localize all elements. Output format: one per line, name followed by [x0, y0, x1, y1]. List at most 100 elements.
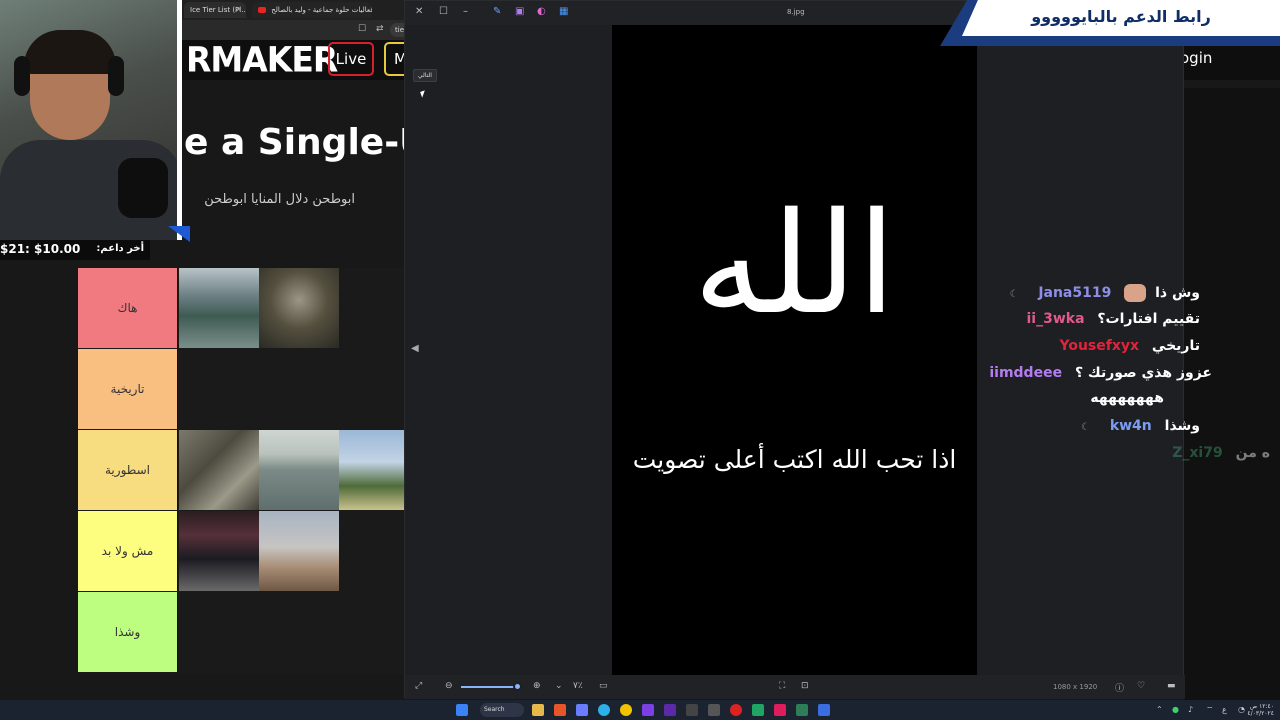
windows-taskbar: Search ⌃ ● ♪ ⌔ ع ◔ ١٢:٤٠ ص ٤/٠٣/٢٠٢٤: [0, 700, 1280, 720]
next-tooltip: التالي: [413, 69, 437, 82]
taskbar-clock[interactable]: ١٢:٤٠ ص ٤/٠٣/٢٠٢٤: [1247, 703, 1274, 717]
record-icon[interactable]: [730, 704, 742, 716]
displayed-image: الله اذا تحب الله اكتب أعلى تصويت: [612, 25, 977, 675]
live-button[interactable]: Live: [328, 42, 374, 76]
store-icon[interactable]: [576, 704, 588, 716]
notification-icon[interactable]: ◔: [1238, 705, 1245, 714]
volume-icon[interactable]: ♪: [1188, 705, 1193, 714]
last-donor-bar: $21: $10.00 أخر داعم:: [0, 240, 150, 260]
draw-icon[interactable]: ◐: [537, 6, 546, 17]
rocky-shore-image[interactable]: [179, 430, 259, 510]
tab-label: تشغيل فعاليات حلوة جماعية - وليد بالصالح: [271, 6, 372, 14]
crop-icon[interactable]: ▣: [515, 6, 524, 17]
chat-overlay: ☾ Jana5119 وش ذا ii_3wka تقييم افتارات؟ …: [980, 280, 1280, 470]
youtube-icon: [258, 7, 266, 13]
cinema-room-image[interactable]: [179, 511, 259, 591]
chat-text: ه من: [1235, 445, 1270, 461]
info-icon[interactable]: ⓘ: [1115, 681, 1124, 694]
photos-icon[interactable]: [818, 704, 830, 716]
edge-icon[interactable]: [598, 704, 610, 716]
clock-time: ١٢:٤٠ ص: [1249, 703, 1274, 710]
page-title: e a Single-U: [184, 122, 429, 163]
edit-icon[interactable]: ✎: [493, 6, 501, 17]
language-icon[interactable]: ع: [1222, 705, 1227, 714]
tab-youtube[interactable]: تشغيل فعاليات حلوة جماعية - وليد بالصالح: [252, 2, 372, 18]
obs-icon[interactable]: [642, 704, 654, 716]
login-link[interactable]: ogin: [1180, 49, 1212, 67]
spreadsheet-icon[interactable]: [752, 704, 764, 716]
brave-icon[interactable]: [554, 704, 566, 716]
image-main-text: الله: [693, 183, 896, 346]
chrome-icon[interactable]: [620, 704, 632, 716]
page-description: ابوطحن دلال المنايا ابوطحن لا: [200, 192, 355, 207]
chat-message: ☾ kw4n وشذا: [1081, 418, 1200, 440]
tier-row: مش ولا بد: [78, 511, 404, 591]
chat-badge-icon: ☾: [1080, 422, 1090, 433]
tier-row: تاريخية: [78, 349, 404, 429]
filmstrip-toggle-icon[interactable]: ▬: [1167, 681, 1176, 691]
zoom-slider[interactable]: [461, 686, 521, 688]
previous-image-icon[interactable]: ◀: [411, 343, 419, 354]
chat-username: ii_3wka: [1026, 311, 1085, 327]
chat-message: هههههههه: [1090, 390, 1164, 412]
image-caption: اذا تحب الله اكتب أعلى تصويت: [632, 445, 957, 474]
chevron-down-icon[interactable]: ⌄: [555, 681, 563, 691]
file-explorer-icon[interactable]: [532, 704, 544, 716]
last-donor-amount: $21: $10.00: [0, 242, 81, 256]
headset-right: [108, 56, 124, 96]
chat-app-icon[interactable]: [796, 704, 808, 716]
tune-icon[interactable]: ⇄: [376, 24, 384, 34]
sea-horizon-image[interactable]: [259, 430, 339, 510]
tier-row: هاك: [78, 268, 404, 348]
filmstrip-icon[interactable]: ⛶: [779, 681, 785, 691]
start-icon[interactable]: [456, 704, 468, 716]
zoom-in-icon[interactable]: ⊕: [533, 681, 541, 691]
minimize-icon[interactable]: –: [463, 6, 468, 17]
twitch-icon[interactable]: [664, 704, 676, 716]
chat-message: ii_3wka تقييم افتارات؟: [1026, 311, 1200, 333]
chat-text: عزوز هذي صورتك ؟: [1074, 365, 1212, 381]
app-icon[interactable]: [686, 704, 698, 716]
maximize-icon[interactable]: ☐: [439, 6, 448, 17]
chat-message-fading: Z_xi79 ه من: [1172, 445, 1270, 467]
headset-left: [14, 56, 30, 96]
streamer-hair: [24, 30, 116, 74]
tier-row: وشذا: [78, 592, 404, 672]
tier-label[interactable]: هاك: [78, 268, 178, 348]
chat-text: هههههههه: [1090, 390, 1164, 406]
yellow-flower-image[interactable]: [259, 511, 339, 591]
favorite-icon[interactable]: ♡: [1137, 681, 1145, 691]
screen: Ice Tier List (Pl... ✕ تشغيل فعاليات حلو…: [0, 0, 1280, 720]
chat-username: iimddeee: [989, 365, 1063, 381]
viewer-footer: ⤢ ⊖ ⊕ ⌄ ٧٪ ▭ ⛶ ⊡ 1080 x 1920 ⓘ ♡ ▬: [405, 675, 1185, 699]
tiktok-icon[interactable]: [774, 704, 786, 716]
tier-label[interactable]: تاريخية: [78, 349, 178, 429]
select-icon[interactable]: ⊡: [801, 681, 809, 691]
chevron-up-icon[interactable]: ⌃: [1156, 705, 1163, 714]
tier-label[interactable]: مش ولا بد: [78, 511, 178, 591]
zoom-slider-handle[interactable]: [513, 682, 522, 691]
chat-text: تقييم افتارات؟: [1097, 311, 1200, 327]
fullscreen-icon[interactable]: ⤢: [415, 681, 422, 691]
tier-label[interactable]: اسطورية: [78, 430, 178, 510]
share-icon[interactable]: ▦: [559, 6, 568, 17]
chat-badge-icon: ☾: [1009, 289, 1019, 300]
tier-row: اسطورية: [78, 430, 419, 510]
tier-label[interactable]: وشذا: [78, 592, 178, 672]
webcam-overlay: [0, 0, 182, 240]
network-icon[interactable]: ⌔: [1206, 705, 1214, 715]
close-icon[interactable]: ✕: [415, 6, 423, 17]
lake-mountains-image[interactable]: [179, 268, 259, 348]
zoom-out-icon[interactable]: ⊖: [445, 681, 453, 691]
zoom-level[interactable]: ٧٪: [573, 681, 583, 691]
slideshow-icon[interactable]: ▭: [599, 681, 608, 691]
tab-tier-list[interactable]: Ice Tier List (Pl... ✕: [184, 2, 246, 18]
site-logo[interactable]: RMAKER: [186, 39, 338, 80]
taskbar-search[interactable]: Search: [480, 703, 524, 717]
calculator-icon[interactable]: [708, 704, 720, 716]
chat-message: iimddeee عزوز هذي صورتك ؟: [989, 365, 1212, 387]
sinkhole-road-image[interactable]: [259, 268, 339, 348]
close-icon[interactable]: ✕: [235, 5, 242, 14]
bookmark-icon[interactable]: ☐: [358, 24, 366, 34]
file-name: 8.jpg: [787, 8, 805, 16]
